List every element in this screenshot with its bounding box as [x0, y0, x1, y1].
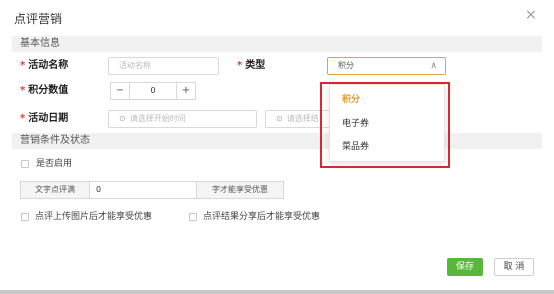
points-label: * 积分数值 [20, 85, 69, 96]
section-basic-info: 基本信息 [12, 36, 542, 52]
type-option-points[interactable]: 积分 [330, 89, 444, 111]
end-date-input[interactable]: ⊙ 请选择结 [265, 110, 331, 128]
share-result-label: 点评结果分享后才能享受优惠 [203, 212, 321, 222]
enable-label: 是否启用 [36, 159, 73, 169]
upload-photo-checkbox[interactable] [21, 213, 29, 221]
type-select[interactable]: 积分 ∧ [327, 57, 446, 75]
type-dropdown-menu: 积分 电子券 菜品券 [329, 84, 445, 162]
upload-photo-label: 点评上传图片后才能享受优惠 [35, 212, 153, 222]
activity-name-input[interactable]: 活动名称 [108, 57, 219, 75]
points-value-input[interactable]: 0 [130, 82, 176, 100]
text-review-suffix: 字才能享受优惠 [196, 181, 284, 199]
window-bottom-border [0, 290, 554, 294]
start-date-input[interactable]: ⊙ 请选择开始时间 [108, 110, 257, 128]
save-button[interactable]: 保存 [447, 258, 483, 276]
enable-checkbox[interactable] [21, 160, 29, 168]
activity-date-label: * 活动日期 [20, 113, 69, 124]
text-review-count-input[interactable]: 0 [90, 181, 196, 199]
share-result-checkbox[interactable] [189, 213, 197, 221]
type-option-ecoupon[interactable]: 电子券 [330, 113, 444, 135]
type-option-dish-coupon[interactable]: 菜品券 [330, 136, 444, 158]
increment-button[interactable]: + [176, 82, 196, 100]
clock-icon: ⊙ [119, 114, 126, 123]
section-conditions: 营销条件及状态 [12, 133, 542, 149]
close-icon[interactable]: × [525, 8, 537, 22]
type-label: * 类型 [237, 60, 266, 71]
activity-name-label: * 活动名称 [20, 60, 69, 71]
type-select-value: 积分 [338, 61, 354, 70]
dialog-title: 点评营销 [14, 12, 63, 26]
chevron-up-icon: ∧ [430, 61, 437, 71]
cancel-button[interactable]: 取 消 [494, 258, 534, 276]
clock-icon: ⊙ [276, 114, 283, 123]
text-review-prefix: 文字点评满 [20, 181, 90, 199]
decrement-button[interactable]: − [110, 82, 130, 100]
